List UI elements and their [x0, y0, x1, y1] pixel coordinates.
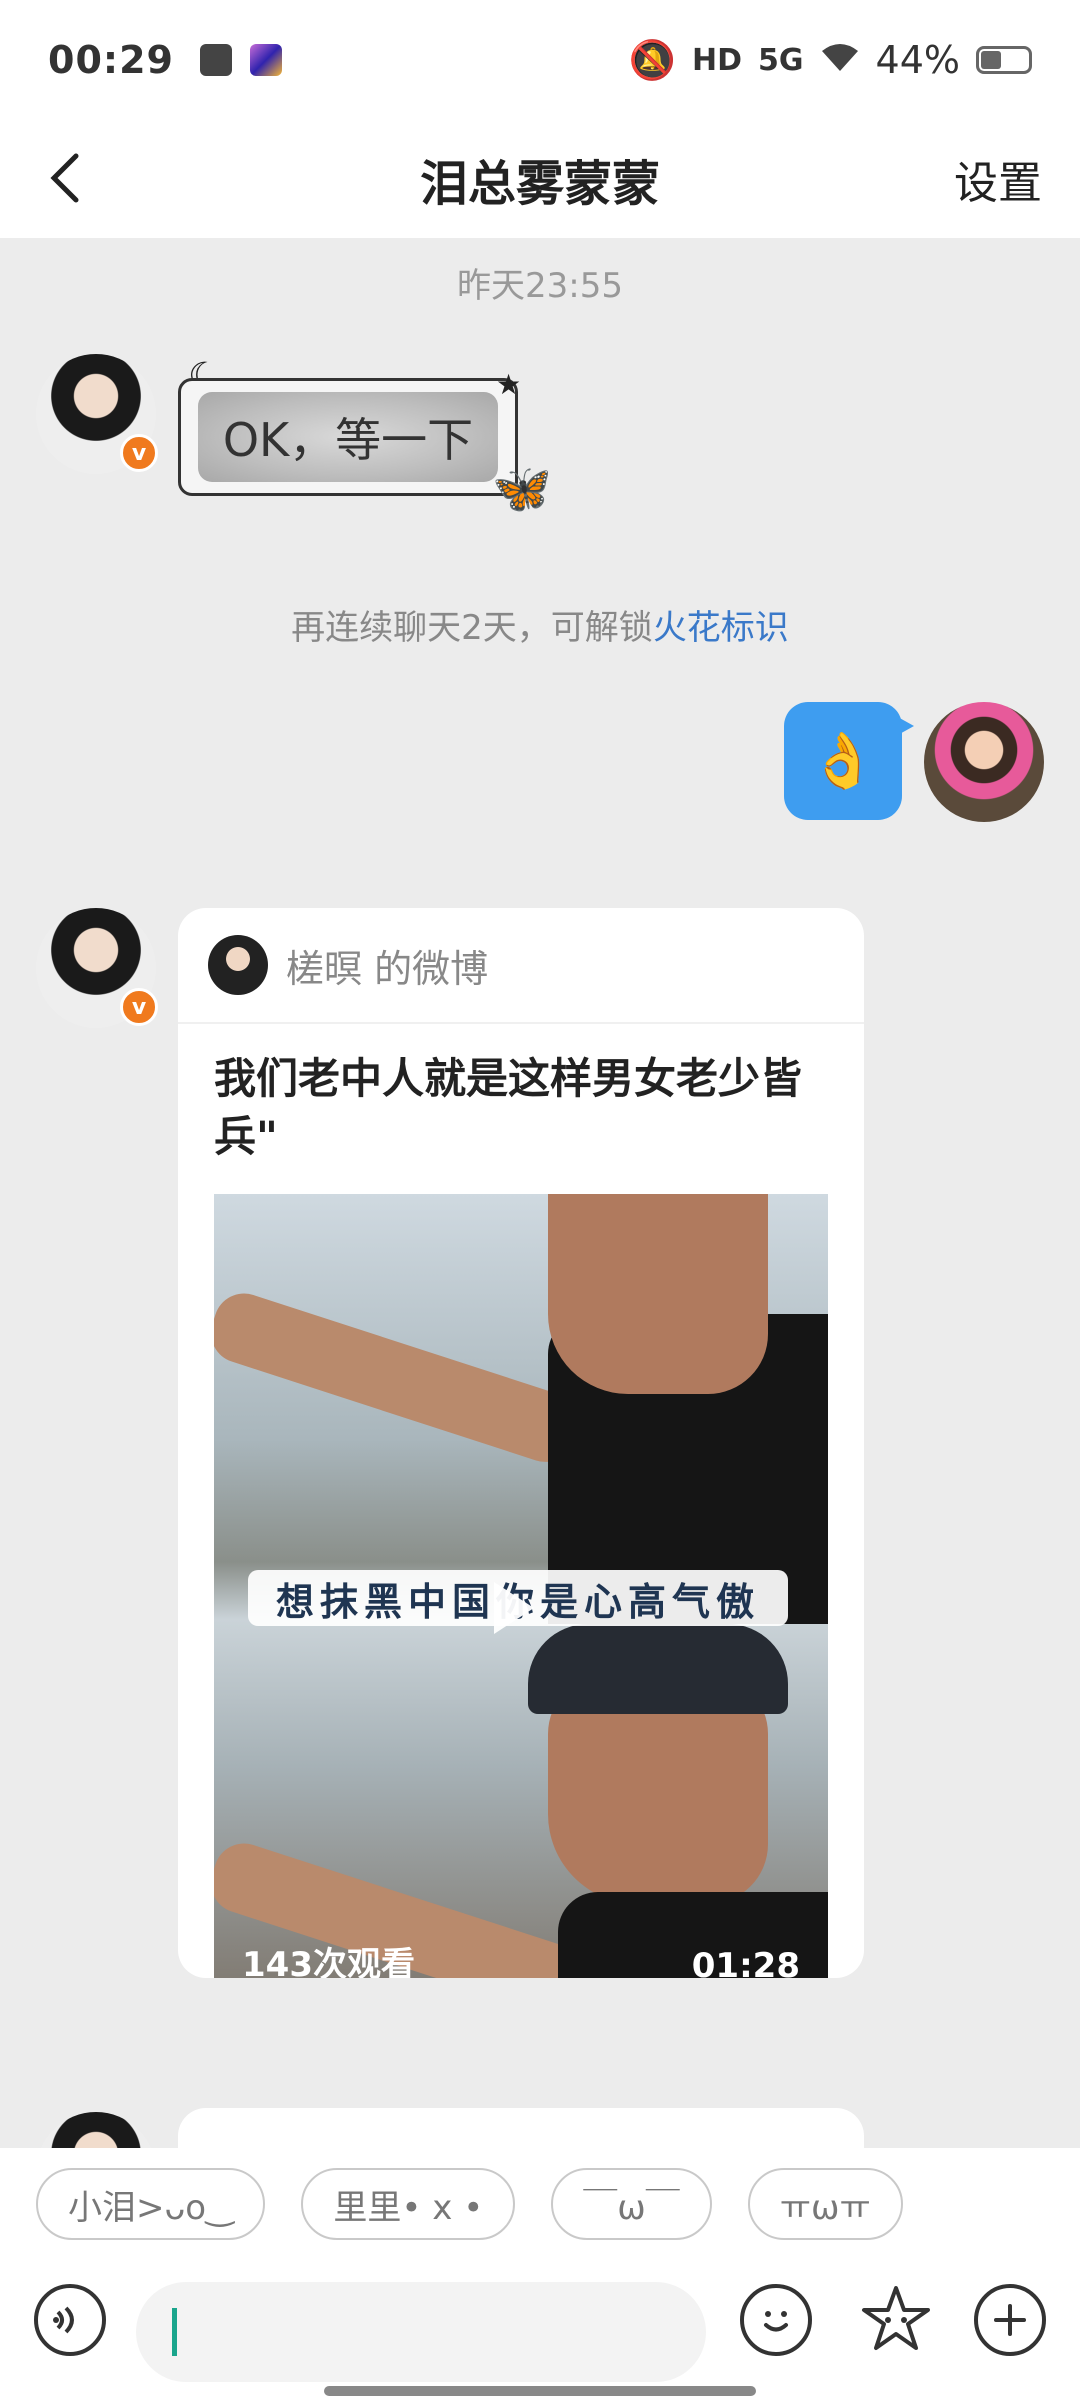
spark-hint: 再连续聊天2天，可解锁火花标识 — [0, 600, 1080, 649]
emoji-icon[interactable] — [740, 2284, 812, 2356]
status-right-icons: 🔕 HD 5G 44% — [629, 38, 1032, 83]
play-icon[interactable] — [494, 1582, 534, 1634]
sticker-icon[interactable] — [858, 2282, 934, 2358]
butterfly-icon: 🦋 — [492, 461, 552, 517]
spark-link[interactable]: 火花标识 — [653, 608, 789, 648]
avatar[interactable]: v — [36, 354, 158, 474]
view-count: 143次观看 — [242, 1945, 415, 1978]
avatar[interactable]: v — [36, 908, 158, 1028]
back-icon[interactable] — [38, 148, 98, 208]
source-avatar — [208, 935, 268, 995]
quick-reply-chip[interactable]: ￣ω￣ — [551, 2168, 712, 2240]
card-source: 槎暝 的微博 — [286, 946, 489, 991]
wifi-icon — [820, 38, 860, 82]
card-text: 我们老中人就是这样男女老少皆兵" — [214, 1054, 803, 1161]
status-time: 00:29 — [48, 38, 174, 82]
weibo-share-card[interactable]: 槎暝 的微博 我们老中人就是这样男女老少皆兵" 想抹黑中国你是心高气傲 143次… — [178, 908, 864, 1978]
partial-message-card[interactable] — [178, 2108, 864, 2148]
avatar[interactable] — [36, 2112, 156, 2148]
message-input[interactable] — [136, 2282, 706, 2382]
my-message-bubble[interactable]: 👌 — [784, 702, 914, 820]
sticker-text: OK，等一下 — [198, 392, 498, 482]
sticker-message[interactable]: OK，等一下 — [178, 378, 518, 496]
hint-text: 再连续聊天2天，可解锁 — [291, 608, 653, 648]
my-avatar[interactable] — [924, 702, 1044, 822]
home-indicator[interactable] — [324, 2386, 756, 2396]
chat-timestamp: 昨天23:55 — [457, 266, 623, 306]
app-icon — [249, 44, 282, 76]
quick-reply-chip[interactable]: 小泪>ᴗo‿ — [36, 2168, 266, 2240]
video-thumbnail[interactable]: 想抹黑中国你是心高气傲 143次观看 01:28 — [214, 1194, 828, 1978]
nav-bar: 泪总雾蒙蒙 设置 — [0, 120, 1080, 238]
plus-icon[interactable] — [974, 2284, 1046, 2356]
quick-reply-chip[interactable]: ㅠωㅠ — [747, 2168, 903, 2240]
battery-text: 44% — [875, 38, 960, 82]
video-figure — [548, 1194, 768, 1394]
verified-badge-icon: v — [120, 988, 158, 1026]
signal-icon: 5G — [758, 42, 804, 78]
status-bar: 00:29 🔕 HD 5G 44% — [0, 0, 1080, 120]
battery-icon — [976, 46, 1032, 74]
ok-hand-icon: 👌 — [809, 729, 877, 792]
video-figure — [528, 1624, 788, 1714]
bell-muted-icon: 🔕 — [628, 37, 677, 82]
page-title: 泪总雾蒙蒙 — [419, 156, 660, 212]
card-header[interactable]: 槎暝 的微博 — [178, 908, 864, 1024]
video-figure — [214, 1285, 587, 1470]
star-icon: ★ — [496, 368, 522, 401]
mail-icon — [199, 44, 232, 76]
quick-reply-chip[interactable]: 里里• x • — [301, 2168, 516, 2240]
settings-button[interactable]: 设置 — [954, 147, 1042, 211]
voice-icon[interactable] — [34, 2284, 106, 2356]
status-left-icons — [199, 44, 282, 76]
quick-reply-bar: 小泪>ᴗo‿ 里里• x • ￣ω￣ ㅠωㅠ — [0, 2148, 1080, 2260]
hd-icon: HD — [692, 42, 743, 78]
chat-area[interactable]: 昨天23:55 v ☾ OK，等一下 ★ 🦋 再连续聊天2天，可解锁火花标识 👌… — [0, 238, 1080, 2148]
verified-badge-icon: v — [120, 434, 158, 472]
input-bar — [0, 2260, 1080, 2408]
video-duration: 01:28 — [691, 1946, 800, 1978]
text-cursor — [172, 2308, 177, 2356]
